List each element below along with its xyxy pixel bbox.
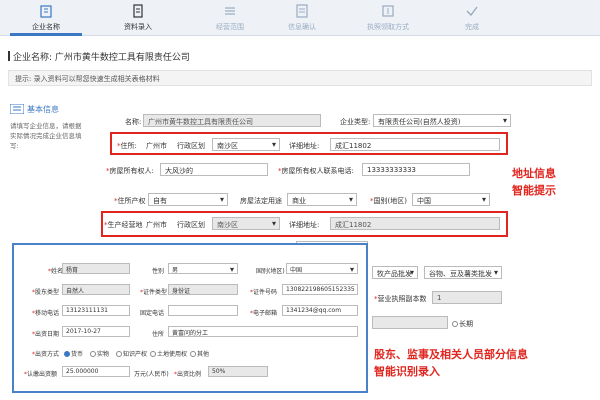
step-license-pickup[interactable]: 执照领取方式: [352, 0, 424, 36]
step-label: 企业名称: [32, 23, 60, 31]
license-copies-input[interactable]: 1: [432, 291, 502, 304]
company-name-field[interactable]: 广州市黄牛数控工具有限责任公司: [143, 114, 321, 127]
country-label: *国别(地区): [370, 197, 407, 205]
pop-gender-label: 性别: [152, 268, 165, 275]
radio-off[interactable]: [116, 351, 122, 357]
pop-address-label: 住所: [152, 331, 165, 338]
pop-holder-type-input[interactable]: 自然人: [62, 284, 130, 295]
scope-icon: [225, 7, 235, 15]
shareholder-popup: *姓名 杨育 性别 男 国别(地区) 中国 *股东类型 自然人 *证件类型 身份…: [12, 243, 368, 393]
company-type-label: 企业类型:: [340, 118, 371, 126]
step-data-entry[interactable]: 资料录入: [102, 0, 174, 36]
step-business-scope[interactable]: 经营范围: [194, 0, 266, 36]
pop-mobile-input[interactable]: 13123111131: [62, 305, 130, 316]
license-copies-label: *营业执照副本数: [374, 295, 427, 303]
license-icon: [382, 5, 394, 17]
pop-id-no-label: *证件号码: [250, 289, 278, 296]
section-title: 基本信息: [27, 105, 59, 114]
pop-ratio-label: *出资比例: [174, 371, 202, 378]
pop-gender-select[interactable]: 男: [168, 263, 238, 274]
active-step-indicator: [10, 33, 82, 36]
address-annotation: 地址信息 智能提示: [512, 167, 556, 197]
pop-holder-type-label: *股东类型: [32, 289, 60, 296]
radio-off[interactable]: [90, 351, 96, 357]
title-marker: [8, 51, 10, 61]
company-type-select[interactable]: 有限责任公司(自然人投资): [373, 114, 511, 127]
pop-ratio-input[interactable]: 50%: [208, 366, 268, 377]
pop-method-label: *出资方式: [32, 351, 60, 358]
page-title: 企业名称: 广州市黄牛数控工具有限责任公司: [8, 50, 190, 63]
owner-input[interactable]: 大风沙的: [160, 163, 268, 176]
tip-bar: 提示: 录入资料可以帮您快速生成相关表格材料: [8, 70, 592, 86]
company-name-title: 企业名称: 广州市黄牛数控工具有限责任公司: [13, 53, 190, 63]
usage-label: 房屋法定用途: [240, 197, 282, 205]
pop-id-type-label: *证件类型: [140, 289, 168, 296]
pop-address-input[interactable]: 黄富问的分工: [168, 326, 358, 337]
pop-unit-label: 万元(人民币): [134, 371, 169, 378]
pop-amount-label: *认缴出资额: [24, 371, 58, 378]
biz-address-highlight-box: [101, 211, 508, 237]
industry-select[interactable]: 牧产品批发: [372, 266, 418, 279]
confirm-icon: [296, 4, 308, 18]
pop-email-input[interactable]: 1341234@qq.com: [282, 305, 358, 316]
usage-select[interactable]: 商业: [287, 193, 357, 206]
radio-off[interactable]: [190, 351, 196, 357]
pop-email-label: *电子邮箱: [250, 310, 278, 317]
long-term-radio[interactable]: [452, 321, 458, 327]
address-highlight-box: [110, 132, 508, 155]
name-label: 名称:: [125, 118, 142, 126]
pop-id-no-input[interactable]: 130822198605152335: [282, 284, 358, 295]
pop-country-select[interactable]: 中国: [286, 263, 358, 274]
step-label: 信息确认: [288, 23, 316, 31]
step-company-name[interactable]: 企业名称: [10, 0, 82, 36]
pop-phone-input[interactable]: [168, 305, 238, 316]
pop-mobile-label: *移动电话: [32, 310, 60, 317]
method-cash[interactable]: 货币: [64, 349, 83, 358]
step-complete[interactable]: 完成: [436, 0, 508, 36]
ownership-select[interactable]: 自有: [148, 193, 228, 206]
ownership-label: *住所产权: [114, 197, 146, 205]
step-label: 资料录入: [124, 23, 152, 31]
step-label: 执照领取方式: [367, 23, 409, 31]
method-land[interactable]: 土地使用权: [150, 349, 187, 358]
pop-date-label: *出资日期: [32, 331, 60, 338]
industry-sub-select[interactable]: 谷物、豆及薯类批发: [424, 266, 502, 279]
radio-off[interactable]: [150, 351, 156, 357]
term-input[interactable]: [372, 316, 448, 329]
pop-phone-label: 固定电话: [140, 310, 165, 317]
people-annotation: 股东、监事及相关人员部分信息 智能识别录入: [374, 348, 528, 378]
method-other[interactable]: 其他: [190, 349, 209, 358]
document-icon: [133, 4, 143, 18]
pop-id-type-input[interactable]: 身份证: [168, 284, 238, 295]
country-select[interactable]: 中国: [412, 193, 490, 206]
pop-amount-input[interactable]: 25.000000: [62, 366, 130, 377]
pop-date-input[interactable]: 2017-10-27: [62, 326, 130, 337]
progress-steps: 企业名称 资料录入 经营范围 信息确认 执照领取方式 完成: [0, 0, 600, 36]
long-term-option[interactable]: 长期: [452, 319, 473, 329]
building-icon: [40, 5, 52, 18]
pop-name-label: *姓名: [48, 268, 64, 275]
pop-name-input[interactable]: 杨育: [62, 263, 130, 274]
step-label: 完成: [465, 23, 479, 31]
check-icon: [466, 6, 478, 17]
owner-phone-input[interactable]: 13333333333: [362, 163, 470, 176]
step-label: 经营范围: [216, 23, 244, 31]
section-description: 请填写企业信息，请根据实际情况完成企业信息填写:: [10, 122, 82, 150]
owner-phone-label: *房屋所有权人联系电话:: [278, 167, 354, 175]
info-list-icon: [10, 104, 24, 114]
owner-label: *房屋所有权人:: [106, 167, 154, 175]
method-ip[interactable]: 知识产权: [116, 349, 147, 358]
radio-on[interactable]: [64, 351, 70, 357]
step-info-confirm[interactable]: 信息确认: [266, 0, 338, 36]
pop-country-label: 国别(地区): [256, 268, 285, 275]
method-physical[interactable]: 实物: [90, 349, 109, 358]
